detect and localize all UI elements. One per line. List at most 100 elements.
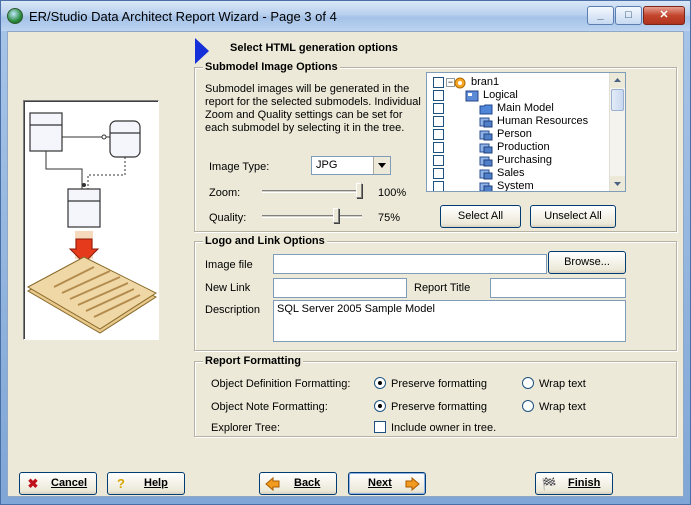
submodel-icon bbox=[479, 168, 493, 180]
quality-slider-thumb[interactable] bbox=[332, 208, 339, 223]
tree-item[interactable]: Production bbox=[427, 141, 609, 154]
tree-item-checkbox[interactable] bbox=[433, 90, 444, 101]
checkered-flag-icon: 🏁 bbox=[541, 477, 557, 491]
tree-item-checkbox[interactable] bbox=[433, 103, 444, 114]
next-label: Next bbox=[368, 477, 392, 489]
quality-label: Quality: bbox=[209, 212, 247, 224]
select-all-button[interactable]: Select All bbox=[440, 205, 521, 228]
tree-item[interactable]: Purchasing bbox=[427, 154, 609, 167]
description-label: Description bbox=[205, 304, 261, 316]
image-type-select[interactable]: JPG bbox=[311, 156, 391, 175]
tree-item-checkbox[interactable] bbox=[433, 77, 444, 88]
window-title: ER/Studio Data Architect Report Wizard -… bbox=[29, 9, 337, 24]
tree-item[interactable]: Sales bbox=[427, 167, 609, 180]
new-link-label: New Link bbox=[205, 282, 251, 294]
zoom-label: Zoom: bbox=[209, 187, 241, 199]
wizard-illustration bbox=[23, 100, 159, 340]
tree-item-checkbox[interactable] bbox=[433, 142, 444, 153]
maximize-button[interactable]: □ bbox=[615, 6, 642, 25]
new-link-input[interactable] bbox=[273, 278, 407, 298]
report-wizard-window: ER/Studio Data Architect Report Wizard -… bbox=[0, 0, 691, 505]
tree-item-checkbox[interactable] bbox=[433, 168, 444, 179]
cancel-label: Cancel bbox=[51, 477, 88, 489]
scroll-up-icon[interactable] bbox=[610, 73, 625, 88]
object-note-wrap-label: Wrap text bbox=[539, 401, 586, 413]
chevron-down-icon[interactable] bbox=[373, 157, 390, 174]
tree-item[interactable]: Human Resources bbox=[427, 115, 609, 128]
quality-value: 75% bbox=[378, 212, 401, 224]
unselect-all-button[interactable]: Unselect All bbox=[530, 205, 616, 228]
report-title-input[interactable] bbox=[490, 278, 626, 298]
tree-scroll-thumb[interactable] bbox=[611, 89, 624, 111]
help-button[interactable]: ? Help bbox=[107, 472, 185, 495]
tree-item[interactable]: Logical bbox=[427, 89, 609, 102]
tree-item-label: Main Model bbox=[497, 102, 554, 114]
zoom-value: 100% bbox=[378, 187, 407, 199]
zoom-slider-thumb[interactable] bbox=[356, 183, 362, 198]
object-definition-preserve-radio[interactable] bbox=[374, 377, 386, 389]
object-note-preserve-radio[interactable] bbox=[374, 400, 386, 412]
tree-item-label: Logical bbox=[483, 89, 518, 101]
object-definition-wrap-label: Wrap text bbox=[539, 378, 586, 390]
object-definition-preserve-label: Preserve formatting bbox=[391, 378, 487, 390]
tree-scrollbar[interactable] bbox=[609, 73, 625, 191]
tree-item-label: Human Resources bbox=[497, 115, 589, 127]
next-button[interactable]: Next bbox=[348, 472, 426, 495]
page-title: Select HTML generation options bbox=[230, 42, 398, 54]
scroll-up-arrow bbox=[614, 78, 621, 82]
zoom-slider-track bbox=[262, 190, 362, 193]
quality-slider-track bbox=[262, 215, 362, 218]
image-file-input[interactable] bbox=[273, 254, 547, 274]
report-formatting-legend: Report Formatting bbox=[203, 355, 303, 367]
object-note-label: Object Note Formatting: bbox=[211, 401, 328, 413]
help-label: Help bbox=[144, 477, 168, 489]
submodel-tree[interactable]: − bran1 Logical Main Model Human Resources Pe… bbox=[426, 72, 626, 192]
object-note-wrap-radio[interactable] bbox=[522, 400, 534, 412]
back-arrow-icon bbox=[264, 476, 280, 492]
image-type-value: JPG bbox=[316, 159, 338, 171]
next-arrow-svg bbox=[405, 476, 420, 492]
back-arrow-svg bbox=[265, 476, 280, 492]
description-textarea[interactable]: SQL Server 2005 Sample Model bbox=[273, 300, 626, 342]
logo-link-options-legend: Logo and Link Options bbox=[203, 235, 327, 247]
description-value: SQL Server 2005 Sample Model bbox=[277, 303, 435, 315]
app-icon bbox=[7, 8, 23, 24]
zoom-slider[interactable] bbox=[262, 183, 362, 199]
browse-button[interactable]: Browse... bbox=[548, 251, 626, 274]
scroll-down-arrow bbox=[614, 182, 621, 186]
tree-item[interactable]: Main Model bbox=[427, 102, 609, 115]
report-title-label: Report Title bbox=[414, 282, 471, 294]
tree-item-checkbox[interactable] bbox=[433, 155, 444, 166]
minimize-button[interactable]: _ bbox=[587, 6, 614, 25]
quality-slider[interactable] bbox=[262, 208, 362, 224]
tree-item-checkbox[interactable] bbox=[433, 116, 444, 127]
tree-item-checkbox[interactable] bbox=[433, 181, 444, 191]
tree-item-label: Purchasing bbox=[497, 154, 553, 166]
image-type-label: Image Type: bbox=[209, 161, 270, 173]
title-bar: ER/Studio Data Architect Report Wizard -… bbox=[1, 1, 690, 31]
back-button[interactable]: Back bbox=[259, 472, 337, 495]
close-button[interactable]: ✕ bbox=[643, 6, 685, 25]
tree-item-label: System bbox=[497, 180, 534, 192]
scroll-down-icon[interactable] bbox=[610, 176, 625, 191]
next-arrow-icon bbox=[405, 476, 421, 492]
model-icon bbox=[453, 77, 467, 89]
tree-item[interactable]: − bran1 bbox=[427, 76, 609, 89]
cancel-button[interactable]: ✖ Cancel bbox=[19, 472, 97, 495]
object-note-preserve-label: Preserve formatting bbox=[391, 401, 487, 413]
submodel-description: Submodel images will be generated in the… bbox=[205, 83, 421, 134]
tree-item[interactable]: System bbox=[427, 180, 609, 192]
tree-item-checkbox[interactable] bbox=[433, 129, 444, 140]
include-owner-checkbox[interactable] bbox=[374, 421, 386, 433]
back-label: Back bbox=[294, 477, 321, 489]
submodel-icon bbox=[479, 129, 493, 141]
submodel-icon bbox=[479, 116, 493, 128]
submodel-icon bbox=[479, 155, 493, 167]
image-file-label: Image file bbox=[205, 259, 253, 271]
tree-item-label: Sales bbox=[497, 167, 525, 179]
submodel-icon bbox=[479, 142, 493, 154]
tree-item[interactable]: Person bbox=[427, 128, 609, 141]
object-definition-wrap-radio[interactable] bbox=[522, 377, 534, 389]
finish-button[interactable]: 🏁 Finish bbox=[535, 472, 613, 495]
explorer-tree-label: Explorer Tree: bbox=[211, 422, 281, 434]
